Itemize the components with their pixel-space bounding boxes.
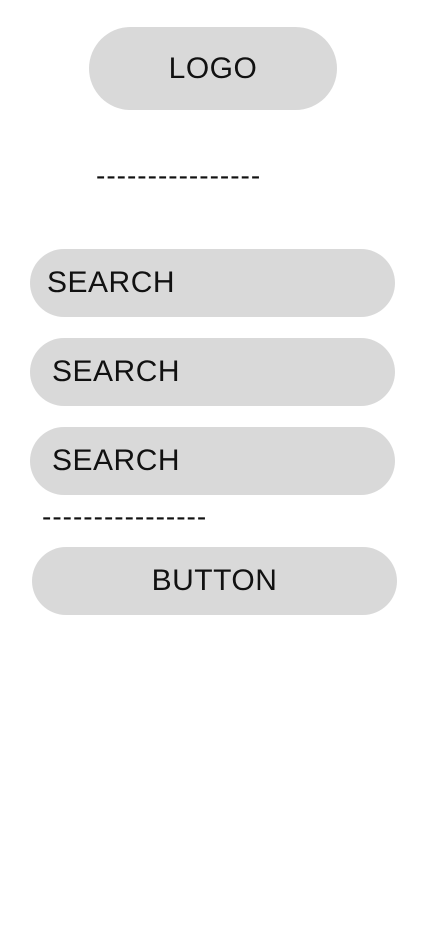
- search-input-2[interactable]: SEARCH: [30, 338, 395, 406]
- search-input-1[interactable]: SEARCH: [30, 249, 395, 317]
- submit-button[interactable]: BUTTON: [32, 547, 397, 615]
- form-divider: ----------------: [42, 501, 208, 532]
- logo-text: LOGO: [168, 51, 258, 85]
- search-placeholder: SEARCH: [52, 444, 181, 477]
- button-label: BUTTON: [151, 564, 278, 597]
- search-input-3[interactable]: SEARCH: [30, 427, 395, 495]
- search-placeholder: SEARCH: [52, 355, 181, 388]
- logo: LOGO: [89, 27, 337, 110]
- search-placeholder: SEARCH: [47, 266, 176, 299]
- header-divider: ----------------: [96, 160, 262, 191]
